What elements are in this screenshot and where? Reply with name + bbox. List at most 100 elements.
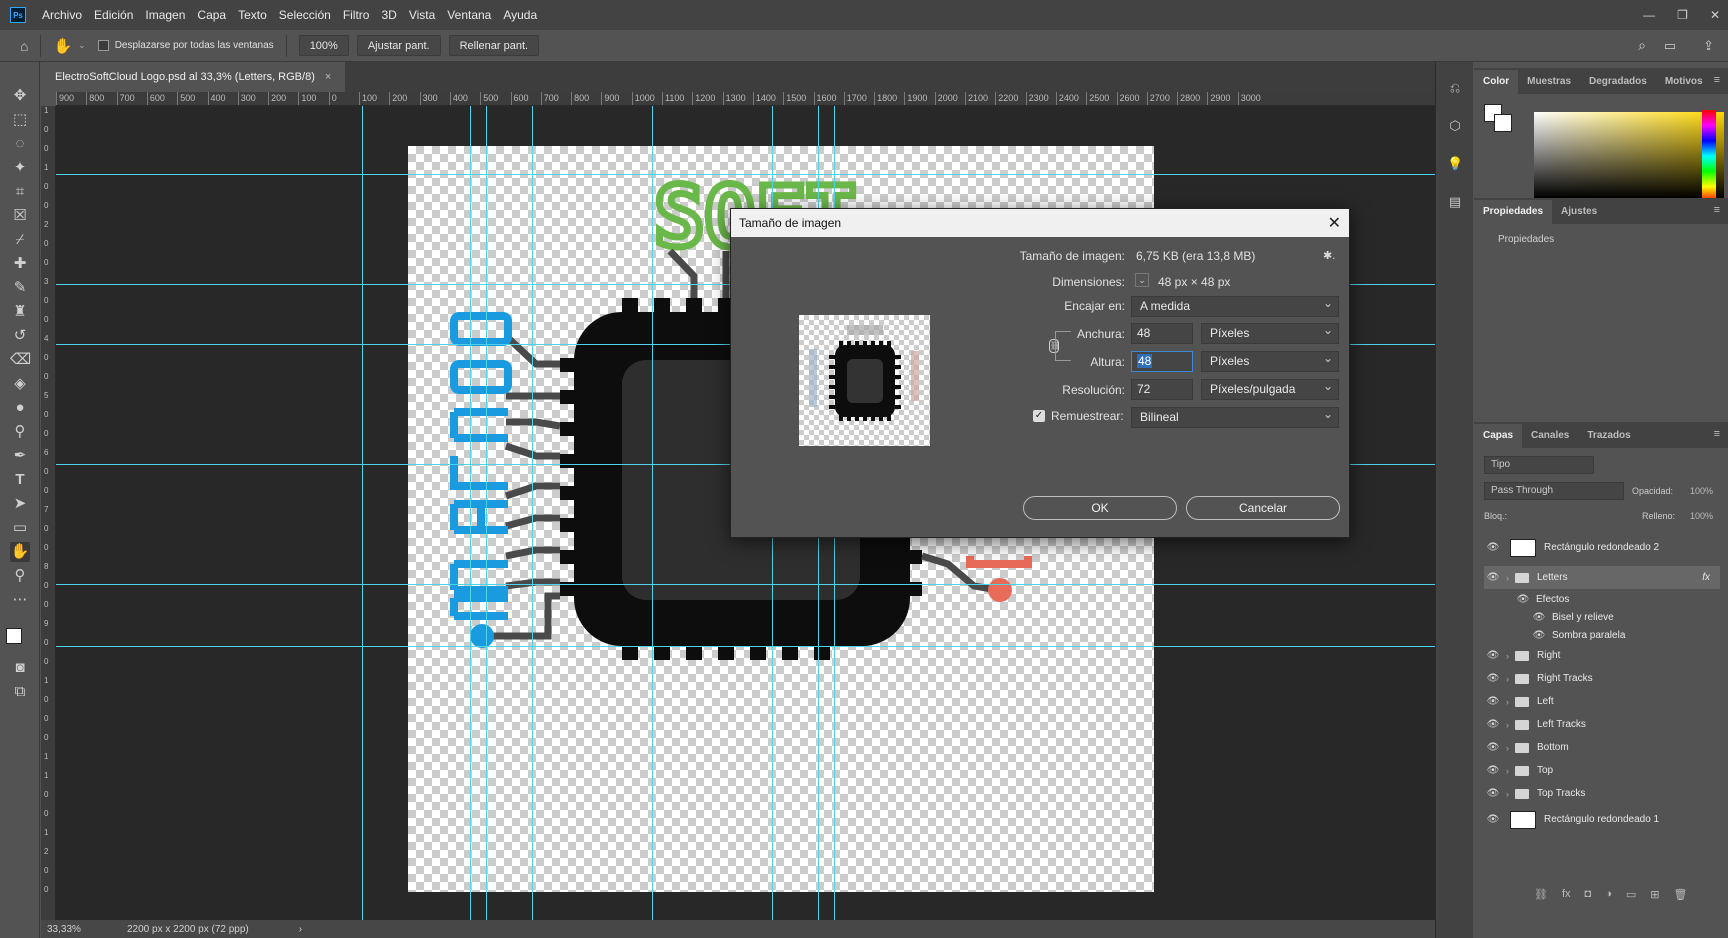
visibility-eye-icon[interactable]: 👁 <box>1484 765 1502 776</box>
home-icon[interactable]: ⌂ <box>20 38 28 54</box>
type-tool-icon[interactable]: T <box>10 470 30 490</box>
visibility-eye-icon[interactable]: 👁 <box>1484 742 1502 753</box>
visibility-eye-icon[interactable]: 👁 <box>1484 650 1502 661</box>
color-panel-menu-icon[interactable]: ≡ <box>1714 74 1720 86</box>
frame-tool-icon[interactable]: ☒ <box>10 206 30 226</box>
visibility-eye-icon[interactable]: 👁 <box>1484 673 1502 684</box>
tab-capas[interactable]: Capas <box>1474 424 1523 448</box>
expand-arrow-icon[interactable]: › <box>1506 651 1509 661</box>
layer-top-tracks[interactable]: 👁 › Top Tracks <box>1484 782 1720 805</box>
menu-vista[interactable]: Vista <box>403 8 441 22</box>
menu-texto[interactable]: Texto <box>232 8 273 22</box>
tab-color[interactable]: Color <box>1474 70 1519 94</box>
marquee-tool-icon[interactable]: ⬚ <box>10 110 30 130</box>
tab-trazados[interactable]: Trazados <box>1578 424 1639 448</box>
menu-filtro[interactable]: Filtro <box>337 8 376 22</box>
tab-ajustes[interactable]: Ajustes <box>1552 200 1606 224</box>
more-tools-icon[interactable]: ⋯ <box>10 590 30 610</box>
path-selection-tool-icon[interactable]: ➤ <box>10 494 30 514</box>
close-tab-icon[interactable]: × <box>325 71 331 83</box>
zoom-level[interactable]: 33,33% <box>47 924 127 935</box>
expand-arrow-icon[interactable]: › <box>1506 720 1509 730</box>
zoom-tool-icon[interactable]: ⚲ <box>10 566 30 586</box>
expand-arrow-icon[interactable]: › <box>1506 697 1509 707</box>
search-icon[interactable]: ⌕ <box>1638 37 1646 54</box>
link-layers-icon[interactable]: ⛓ <box>1534 888 1548 901</box>
visibility-eye-icon[interactable]: 👁 <box>1484 542 1502 553</box>
layers-panel-menu-icon[interactable]: ≡ <box>1714 428 1720 440</box>
move-tool-icon[interactable]: ✥ <box>10 86 30 106</box>
close-window-button[interactable]: ✕ <box>1710 8 1720 22</box>
quick-mask-icon[interactable]: ◙ <box>10 658 30 678</box>
eyedropper-tool-icon[interactable]: ⌿ <box>10 230 30 250</box>
menu-archivo[interactable]: Archivo <box>36 8 88 22</box>
height-input[interactable]: 48 <box>1131 351 1193 372</box>
delete-layer-icon[interactable]: 🗑 <box>1673 888 1687 901</box>
document-tab[interactable]: ElectroSoftCloud Logo.psd al 33,3% (Lett… <box>41 62 346 92</box>
resolution-input[interactable]: 72 <box>1131 379 1193 400</box>
guide-horizontal[interactable] <box>56 584 1435 585</box>
history-panel-icon[interactable]: ⎌ <box>1447 80 1463 96</box>
image-preview[interactable] <box>799 315 930 446</box>
menu-seleccion[interactable]: Selección <box>273 8 337 22</box>
guide-vertical[interactable] <box>470 106 471 920</box>
layer-top[interactable]: 👁 › Top <box>1484 759 1720 782</box>
menu-edicion[interactable]: Edición <box>88 8 139 22</box>
guide-vertical[interactable] <box>532 106 533 920</box>
guide-horizontal[interactable] <box>56 174 1435 175</box>
horizontal-ruler[interactable]: 900 800 700 600 500 400 300 200 100 0 100 200 300 400… <box>56 92 1435 106</box>
rectangle-tool-icon[interactable]: ▭ <box>10 518 30 538</box>
visibility-eye-icon[interactable]: 👁 <box>1484 719 1502 730</box>
expand-arrow-icon[interactable]: › <box>1506 743 1509 753</box>
expand-arrow-icon[interactable]: › <box>1506 674 1509 684</box>
visibility-eye-icon[interactable]: 👁 <box>1484 572 1502 583</box>
menu-ayuda[interactable]: Ayuda <box>497 8 543 22</box>
magic-wand-tool-icon[interactable]: ✦ <box>10 158 30 178</box>
vertical-ruler[interactable]: 1 0 0 1 0 0 2 0 0 3 0 0 4 0 0 5 0 0 6 0 0 7 0 0 8 0 0 9 0 0 1 0 0 0 1 1 0 0 1 2… <box>41 106 56 920</box>
tab-muestras[interactable]: Muestras <box>1518 70 1580 94</box>
foreground-color-swatch[interactable] <box>6 628 22 644</box>
crop-tool-icon[interactable]: ⌗ <box>10 182 30 202</box>
guide-vertical[interactable] <box>652 106 653 920</box>
fill-screen-button[interactable]: Rellenar pant. <box>448 35 540 56</box>
layer-bottom[interactable]: 👁 › Bottom <box>1484 736 1720 759</box>
menu-capa[interactable]: Capa <box>191 8 232 22</box>
width-input[interactable]: 48 <box>1131 323 1193 344</box>
hand-tool-icon[interactable]: ✋ <box>10 542 30 562</box>
screen-mode-icon[interactable]: ⧉ <box>10 682 30 702</box>
learn-panel-icon[interactable]: 💡 <box>1447 156 1463 172</box>
tab-motivos[interactable]: Motivos <box>1656 70 1712 94</box>
menu-imagen[interactable]: Imagen <box>139 8 191 22</box>
layer-letters[interactable]: 👁 › Letters fx <box>1484 566 1720 589</box>
tool-preset-chevron-icon[interactable]: ⌄ <box>78 40 86 51</box>
properties-panel-menu-icon[interactable]: ≡ <box>1714 204 1720 216</box>
history-brush-tool-icon[interactable]: ↺ <box>10 326 30 346</box>
healing-brush-tool-icon[interactable]: ✚ <box>10 254 30 274</box>
add-style-icon[interactable]: fx <box>1562 888 1571 901</box>
tab-degradados[interactable]: Degradados <box>1580 70 1656 94</box>
layer-right[interactable]: 👁 › Right <box>1484 644 1720 667</box>
visibility-eye-icon[interactable]: 👁 <box>1484 696 1502 707</box>
blur-tool-icon[interactable]: ● <box>10 398 30 418</box>
width-unit-select[interactable]: Píxeles <box>1201 321 1339 344</box>
3d-panel-icon[interactable]: ⬡ <box>1447 118 1463 134</box>
visibility-eye-icon[interactable]: 👁 <box>1484 814 1502 825</box>
cancel-button[interactable]: Cancelar <box>1186 496 1340 520</box>
brush-tool-icon[interactable]: ✎ <box>10 278 30 298</box>
maximize-button[interactable]: ❐ <box>1677 8 1688 22</box>
tab-canales[interactable]: Canales <box>1522 424 1578 448</box>
expand-arrow-icon[interactable]: › <box>1506 789 1509 799</box>
layer-left[interactable]: 👁 › Left <box>1484 690 1720 713</box>
minimize-button[interactable]: — <box>1643 8 1655 22</box>
new-layer-icon[interactable]: ⊞ <box>1650 888 1659 901</box>
resolution-unit-select[interactable]: Píxeles/pulgada <box>1201 377 1339 400</box>
layer-rectangulo-redondeado-2[interactable]: 👁 Rectángulo redondeado 2 <box>1484 536 1720 559</box>
blend-mode-select[interactable]: Pass Through <box>1484 482 1624 500</box>
resample-select[interactable]: Bilineal <box>1131 405 1339 428</box>
fit-screen-button[interactable]: Ajustar pant. <box>356 35 441 56</box>
layer-filter-select[interactable]: Tipo <box>1484 456 1594 474</box>
guide-horizontal[interactable] <box>56 646 1435 647</box>
visibility-eye-icon[interactable]: 👁 <box>1530 612 1548 623</box>
panel-background-swatch[interactable] <box>1494 114 1512 132</box>
fit-to-select[interactable]: A medida <box>1131 294 1339 317</box>
